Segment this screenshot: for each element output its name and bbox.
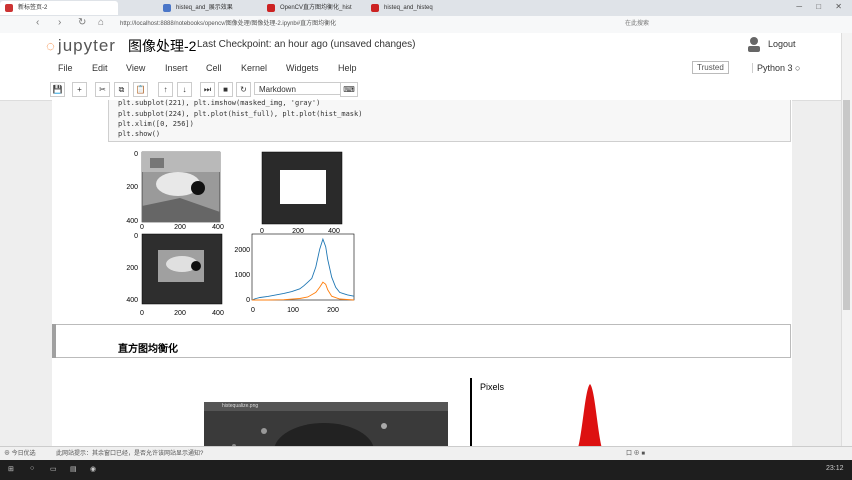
browser-tab-3[interactable]: OpenCV直方图均衡化_hist xyxy=(262,1,360,15)
move-up-icon[interactable]: ↑ xyxy=(158,82,173,97)
tab-favicon-icon xyxy=(371,4,379,12)
restart-icon[interactable]: ↻ xyxy=(236,82,251,97)
browser-tab-2[interactable]: histeq_and_展示效果 xyxy=(158,1,258,15)
jupyter-logo-icon: ◌ xyxy=(46,38,56,55)
tab-favicon-icon xyxy=(5,4,13,12)
x-tick-label: 200 xyxy=(174,310,186,317)
file-explorer-icon[interactable]: ▤ xyxy=(70,465,77,473)
x-tick-label: 400 xyxy=(212,310,224,317)
menu-file[interactable]: File xyxy=(58,63,73,73)
x-tick-label: 0 xyxy=(140,310,144,317)
status-right-icons[interactable]: 口 ⊕ ■ xyxy=(626,448,645,457)
reload-icon[interactable]: ↻ xyxy=(78,17,86,28)
embedded-image-title: histequalize.png xyxy=(222,403,259,409)
move-down-icon[interactable]: ↓ xyxy=(177,82,192,97)
tab-label: histeq_and_histeq xyxy=(384,5,433,11)
y-tick-label: 0 xyxy=(134,233,138,240)
cell-type-select[interactable]: Markdown▼ xyxy=(254,82,352,95)
code-line: plt.show() xyxy=(118,130,161,138)
y-tick-label: 200 xyxy=(126,265,138,272)
plot-mask: 0 200 400 xyxy=(260,151,343,235)
task-view-icon[interactable]: ▭ xyxy=(50,465,57,473)
menu-view[interactable]: View xyxy=(126,63,145,73)
plot-original-image: 0 200 400 xyxy=(126,151,221,225)
y-tick-label: 2000 xyxy=(234,247,250,254)
x-tick-label: 100 xyxy=(287,307,299,314)
x-tick-label: 200 xyxy=(327,307,339,314)
run-icon[interactable]: ⏭ xyxy=(200,82,215,97)
forward-icon[interactable]: › xyxy=(58,17,61,28)
back-icon[interactable]: ‹ xyxy=(36,17,39,28)
start-icon[interactable]: ⊞ xyxy=(8,465,14,473)
browser-tab-1[interactable]: 新标签页-2 xyxy=(0,1,118,15)
taskbar-search-icon[interactable]: ○ xyxy=(30,465,34,472)
user-avatar-icon xyxy=(748,37,760,52)
window-controls[interactable]: ─ □ ✕ xyxy=(796,2,848,11)
y-tick-label: 400 xyxy=(126,297,138,304)
code-line: plt.subplot(224), plt.plot(hist_full), p… xyxy=(118,110,363,118)
y-tick-label: 200 xyxy=(126,184,138,191)
stop-icon[interactable]: ■ xyxy=(218,82,233,97)
cell-selected-indicator xyxy=(52,324,56,358)
markdown-heading: 直方图均衡化 xyxy=(118,344,178,355)
tab-favicon-icon xyxy=(163,4,171,12)
clock: 23:12 xyxy=(826,465,844,472)
cut-icon[interactable]: ✂ xyxy=(95,82,110,97)
address-field[interactable]: http://localhost:8888/notebooks/opencv/图… xyxy=(120,18,640,30)
y-tick-label: 0 xyxy=(246,297,250,304)
home-icon[interactable]: ⌂ xyxy=(98,17,104,28)
status-notice: 此网站提示：其余窗口已经，是否允许该网站显示通知? xyxy=(56,451,204,457)
paste-icon[interactable]: 📋 xyxy=(133,82,148,97)
kernel-status-icon: ○ xyxy=(795,63,801,73)
menu-widgets[interactable]: Widgets xyxy=(286,63,319,73)
status-left[interactable]: ⊕ 今日优选 xyxy=(4,448,36,457)
menu-cell[interactable]: Cell xyxy=(206,63,222,73)
os-taskbar xyxy=(0,460,852,480)
x-tick-label: 0 xyxy=(251,307,255,314)
code-line: plt.subplot(221), plt.imshow(masked_img,… xyxy=(118,99,321,107)
checkpoint-status: Last Checkpoint: an hour ago (unsaved ch… xyxy=(197,39,416,50)
keyboard-icon[interactable]: ⌨ xyxy=(340,82,358,97)
y-tick-label: 0 xyxy=(134,151,138,158)
tab-label: OpenCV直方图均衡化_hist xyxy=(280,5,352,11)
tab-label: histeq_and_展示效果 xyxy=(176,5,233,11)
scrollbar-thumb[interactable] xyxy=(843,100,850,310)
logout-button[interactable]: Logout xyxy=(768,39,796,49)
insert-cell-icon[interactable]: + xyxy=(72,82,87,97)
kernel-name: Python 3 xyxy=(757,63,793,73)
menu-edit[interactable]: Edit xyxy=(92,63,108,73)
plot-frame xyxy=(251,233,355,301)
jupyter-logo[interactable]: ◌ jupyter xyxy=(46,36,116,56)
pixels-label: Pixels xyxy=(480,382,505,392)
code-line: plt.xlim([0, 256]) xyxy=(118,120,194,128)
browser-search-input[interactable]: 在此搜索 xyxy=(625,18,715,30)
browser-tab-4[interactable]: histeq_and_histeq xyxy=(366,1,462,15)
copy-icon[interactable]: ⧉ xyxy=(114,82,129,97)
tab-label: 新标签页-2 xyxy=(18,5,48,11)
cell-type-value: Markdown xyxy=(259,85,296,94)
tab-favicon-icon xyxy=(267,4,275,12)
trusted-badge[interactable]: Trusted xyxy=(692,61,729,74)
notebook-title[interactable]: 图像处理-2 xyxy=(128,36,196,56)
menu-kernel[interactable]: Kernel xyxy=(241,63,267,73)
y-tick-label: 1000 xyxy=(234,272,250,279)
browser-taskbar-icon[interactable]: ◉ xyxy=(90,465,96,473)
save-icon[interactable]: 💾 xyxy=(50,82,65,97)
plot-masked-image: 0 200 400 0 200 400 xyxy=(126,233,224,317)
menu-insert[interactable]: Insert xyxy=(165,63,188,73)
menu-help[interactable]: Help xyxy=(338,63,357,73)
kernel-indicator: Python 3 ○ xyxy=(752,63,800,73)
histogram-chart: 0 1000 2000 0 100 200 xyxy=(234,233,355,314)
logo-text: jupyter xyxy=(57,36,116,55)
